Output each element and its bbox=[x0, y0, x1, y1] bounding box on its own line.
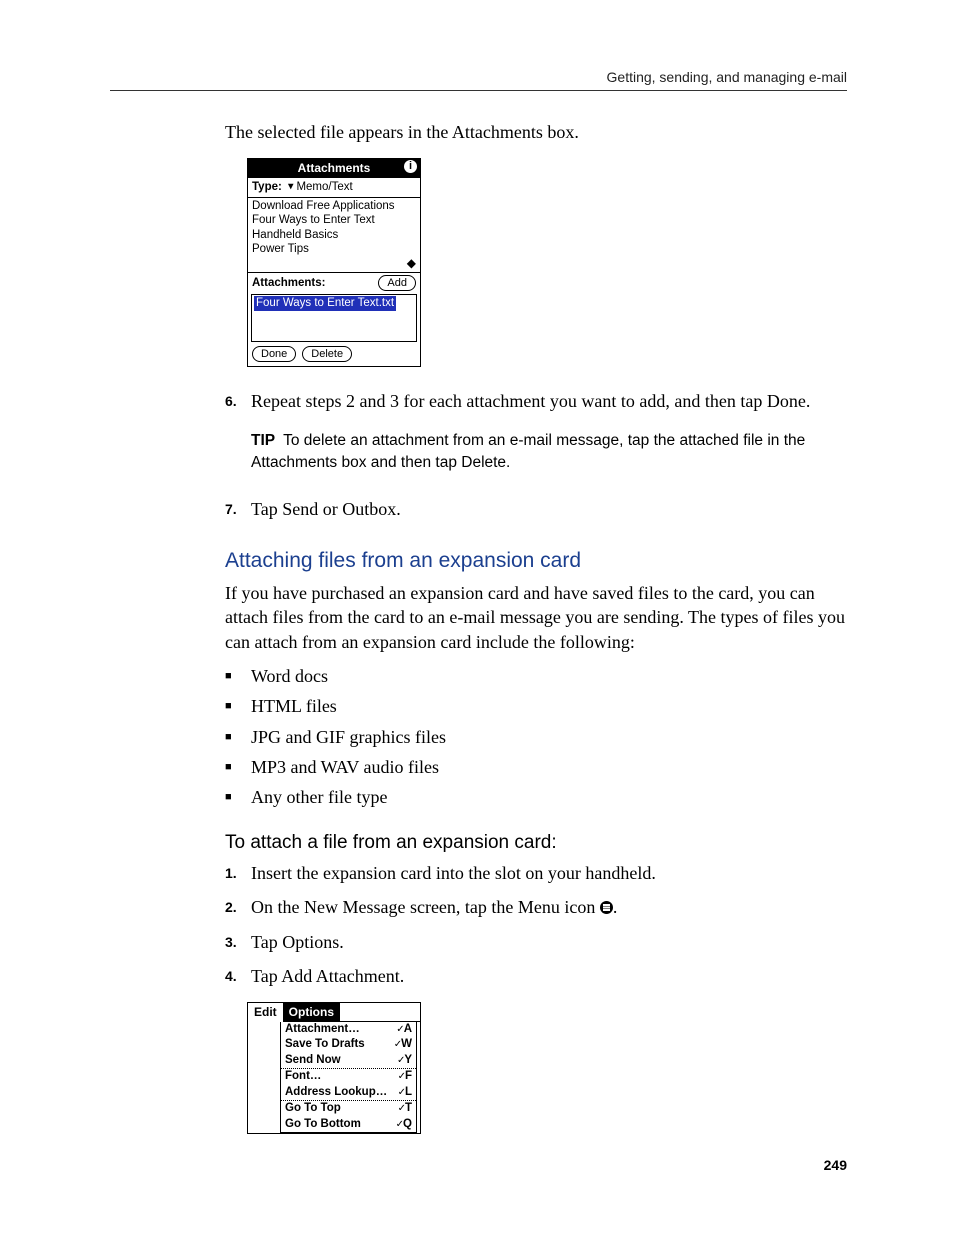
add-button[interactable]: Add bbox=[378, 275, 416, 291]
info-icon[interactable]: i bbox=[404, 160, 417, 173]
bullet-icon: ■ bbox=[225, 664, 251, 688]
attachments-dialog: Attachments i Type: ▾ Memo/Text Download… bbox=[247, 158, 421, 367]
bullet-icon: ■ bbox=[225, 755, 251, 779]
step-number: 4. bbox=[225, 964, 251, 988]
menu-icon bbox=[600, 901, 613, 914]
list-item[interactable]: Download Free Applications bbox=[248, 199, 420, 213]
scroll-down-icon[interactable]: ◆ bbox=[248, 256, 420, 272]
options-dropdown: Attachment…A Save To DraftsW Send NowY F… bbox=[280, 1022, 417, 1134]
section-paragraph: If you have purchased an expansion card … bbox=[225, 581, 850, 654]
dialog-title: Attachments i bbox=[248, 159, 420, 178]
menu-item-go-to-bottom[interactable]: Go To BottomQ bbox=[281, 1117, 416, 1133]
step-text-pre: On the New Message screen, tap the Menu … bbox=[251, 897, 600, 917]
tab-options[interactable]: Options bbox=[283, 1003, 340, 1021]
bullet-text: HTML files bbox=[251, 694, 850, 718]
step-number: 7. bbox=[225, 497, 251, 521]
file-list[interactable]: Download Free Applications Four Ways to … bbox=[248, 198, 420, 273]
menu-item-go-to-top[interactable]: Go To TopT bbox=[281, 1101, 416, 1117]
tip-label: TIP bbox=[251, 432, 275, 449]
tip-block: TIPTo delete an attachment from an e-mai… bbox=[251, 430, 850, 475]
running-header: Getting, sending, and managing e-mail bbox=[0, 68, 954, 87]
step-text: Tap Options. bbox=[251, 930, 850, 954]
attachments-label: Attachments: bbox=[252, 276, 325, 290]
step-number: 2. bbox=[225, 895, 251, 919]
step-text-post: . bbox=[613, 897, 618, 917]
menu-bar: Edit Options bbox=[248, 1003, 420, 1021]
menu-item-address-lookup[interactable]: Address Lookup…L bbox=[281, 1085, 416, 1101]
step-text: Insert the expansion card into the slot … bbox=[251, 861, 850, 885]
menu-item-send-now[interactable]: Send NowY bbox=[281, 1053, 416, 1069]
page-content: The selected file appears in the Attachm… bbox=[225, 120, 850, 1156]
bullet-text: JPG and GIF graphics files bbox=[251, 725, 850, 749]
attachments-box[interactable]: Four Ways to Enter Text.txt bbox=[251, 294, 417, 342]
intro-paragraph: The selected file appears in the Attachm… bbox=[225, 120, 850, 144]
dialog-title-text: Attachments bbox=[298, 161, 371, 175]
proc-step-2: 2. On the New Message screen, tap the Me… bbox=[251, 895, 850, 919]
section-heading: Attaching files from an expansion card bbox=[225, 547, 850, 575]
type-value: Memo/Text bbox=[296, 181, 352, 193]
menu-item-attachment[interactable]: Attachment…A bbox=[281, 1022, 416, 1038]
step-6: 6. Repeat steps 2 and 3 for each attachm… bbox=[251, 389, 850, 413]
attachments-dialog-figure: Attachments i Type: ▾ Memo/Text Download… bbox=[247, 158, 850, 367]
menu-item-save-to-drafts[interactable]: Save To DraftsW bbox=[281, 1037, 416, 1053]
bullet-icon: ■ bbox=[225, 785, 251, 809]
proc-step-3: 3. Tap Options. bbox=[251, 930, 850, 954]
options-menu-screenshot: Edit Options Attachment…A Save To Drafts… bbox=[247, 1002, 421, 1134]
tip-text: To delete an attachment from an e-mail m… bbox=[251, 432, 805, 471]
bullet-list: ■Word docs ■HTML files ■JPG and GIF grap… bbox=[225, 664, 850, 809]
delete-button[interactable]: Delete bbox=[302, 346, 352, 362]
menu-item-font[interactable]: Font…F bbox=[281, 1069, 416, 1085]
step-number: 3. bbox=[225, 930, 251, 954]
selected-attachment[interactable]: Four Ways to Enter Text.txt bbox=[254, 296, 396, 310]
type-label: Type: bbox=[252, 181, 282, 193]
procedure-heading: To attach a file from an expansion card: bbox=[225, 830, 850, 856]
bullet-text: MP3 and WAV audio files bbox=[251, 755, 850, 779]
list-item[interactable]: Four Ways to Enter Text bbox=[248, 213, 420, 227]
tab-edit[interactable]: Edit bbox=[248, 1003, 283, 1021]
step-number: 6. bbox=[225, 389, 251, 413]
list-item[interactable]: Handheld Basics bbox=[248, 228, 420, 242]
attachments-header-row: Attachments: Add bbox=[248, 272, 420, 293]
step-7: 7. Tap Send or Outbox. bbox=[251, 497, 850, 521]
list-item[interactable]: Power Tips bbox=[248, 242, 420, 256]
page-number: 249 bbox=[824, 1156, 847, 1175]
step-text: Repeat steps 2 and 3 for each attachment… bbox=[251, 389, 850, 413]
type-row[interactable]: Type: ▾ Memo/Text bbox=[248, 178, 420, 198]
bullet-icon: ■ bbox=[225, 694, 251, 718]
header-rule bbox=[110, 90, 847, 91]
proc-step-4: 4. Tap Add Attachment. bbox=[251, 964, 850, 988]
dropdown-arrow-icon: ▾ bbox=[288, 181, 293, 194]
bullet-text: Word docs bbox=[251, 664, 850, 688]
bullet-text: Any other file type bbox=[251, 785, 850, 809]
dialog-button-row: Done Delete bbox=[248, 342, 420, 366]
bullet-icon: ■ bbox=[225, 725, 251, 749]
proc-step-1: 1. Insert the expansion card into the sl… bbox=[251, 861, 850, 885]
step-text: Tap Send or Outbox. bbox=[251, 497, 850, 521]
step-number: 1. bbox=[225, 861, 251, 885]
step-text: Tap Add Attachment. bbox=[251, 964, 850, 988]
done-button[interactable]: Done bbox=[252, 346, 296, 362]
step-text: On the New Message screen, tap the Menu … bbox=[251, 895, 850, 919]
options-menu-figure: Edit Options Attachment…A Save To Drafts… bbox=[247, 1002, 850, 1134]
